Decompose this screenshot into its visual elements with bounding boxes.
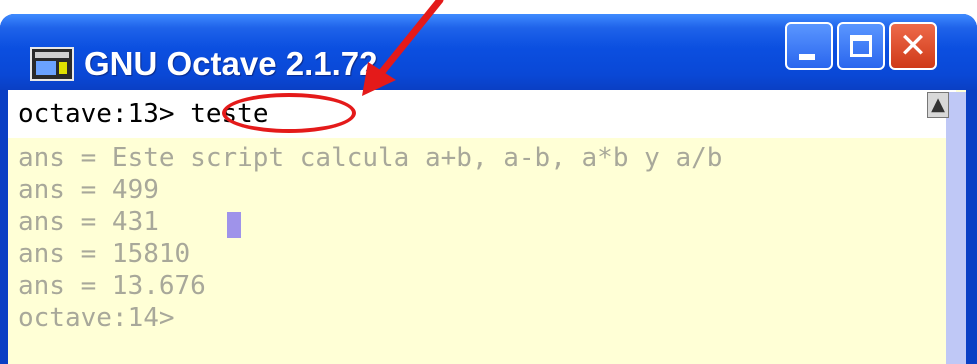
annotation-arrow-icon xyxy=(362,0,444,96)
